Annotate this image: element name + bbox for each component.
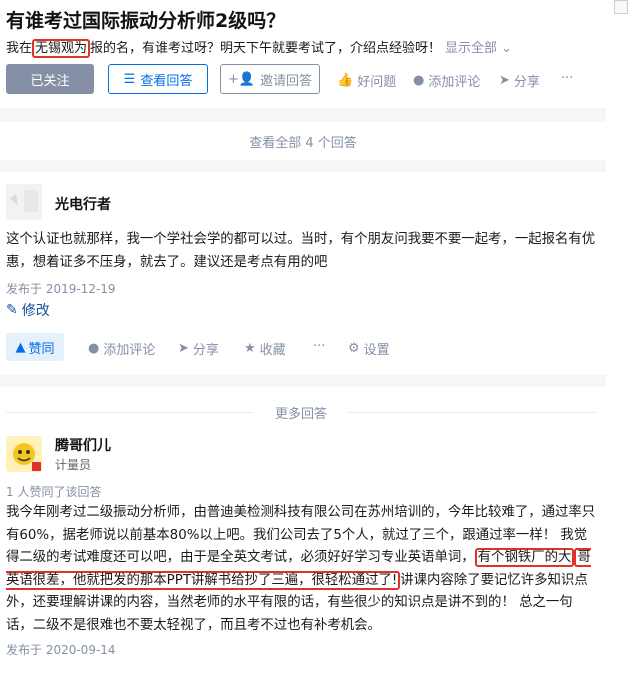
scrollbar[interactable] (614, 0, 628, 14)
avatar[interactable] (6, 436, 42, 472)
answer-content: 我今年刚考过二级振动分析师，由普迪美检测科技有限公司在苏州培训的，今年比较难了，… (6, 502, 596, 637)
likes-count: 1 人赞同了该回答 (6, 485, 102, 499)
collect-button[interactable]: ★ 收藏 (244, 339, 286, 358)
settings-label: 设置 (363, 343, 390, 358)
triangle-up-icon: ▲ (15, 339, 26, 355)
divider-line (348, 412, 596, 413)
share-label: 分享 (192, 343, 219, 358)
thumbs-up-icon: 👍 (337, 73, 354, 88)
collect-label: 收藏 (259, 343, 286, 358)
add-comment-button[interactable]: ● 添加评论 (413, 71, 480, 90)
question-title: 有谁考过国际振动分析师2级吗？ (6, 10, 286, 32)
question-actions: 已关注 ☰ 查看回答 +👤 邀请回答 👍 好问题 ● 添加评论 ➤ 分享 ··· (6, 64, 606, 94)
add-comment-label: 添加评论 (103, 343, 156, 358)
invite-answer-button[interactable]: +👤 邀请回答 (220, 64, 320, 94)
highlight-box: 无锡观为 (32, 39, 91, 58)
edit-link[interactable]: ✎ 修改 (6, 300, 50, 320)
more-button[interactable]: ··· (313, 339, 325, 354)
view-all-answers-link[interactable]: 查看全部 4 个回答 (0, 122, 606, 160)
view-answers-label: 查看回答 (140, 73, 193, 89)
publish-date: 发布于 2019-12-19 (6, 282, 116, 296)
question-desc-text: 我在 (6, 41, 33, 56)
separator-band (0, 160, 606, 172)
add-comment-button[interactable]: ● 添加评论 (88, 339, 155, 358)
answer-actions: ▲ 赞同 ● 添加评论 ➤ 分享 ★ 收藏 ··· ⚙ 设置 (6, 333, 566, 361)
share-icon: ➤ (499, 73, 510, 88)
question-desc-text-rest: 报的名，有谁考过呀？明天下午就要考试了，介绍点经验呀！ (90, 41, 442, 56)
comment-icon: ● (88, 341, 100, 356)
share-label: 分享 (513, 75, 540, 90)
author-name[interactable]: 腾哥们儿 (55, 435, 111, 455)
separator-band (0, 375, 606, 387)
add-user-icon: +👤 (227, 71, 256, 87)
followed-button[interactable]: 已关注 (6, 64, 94, 94)
show-all-link[interactable]: 显示全部 ⌄ (445, 41, 512, 56)
edit-label: 修改 (21, 303, 50, 319)
pencil-icon: ✎ (6, 302, 18, 318)
view-answers-button[interactable]: ☰ 查看回答 (108, 64, 208, 94)
star-icon: ★ (244, 341, 256, 356)
separator-band (0, 108, 606, 122)
good-question-label: 好问题 (357, 75, 397, 90)
vote-label: 赞同 (28, 341, 55, 357)
invite-label: 邀请回答 (260, 73, 313, 89)
question-description: 我在 无锡观为 报的名，有谁考过呀？明天下午就要考试了，介绍点经验呀！ 显示全部 ⌄ (6, 37, 512, 58)
avatar[interactable] (6, 184, 42, 220)
vote-up-button[interactable]: ▲ 赞同 (6, 333, 64, 361)
add-comment-label: 添加评论 (428, 75, 481, 90)
list-icon: ☰ (123, 71, 136, 87)
share-icon: ➤ (178, 341, 189, 356)
highlight-box: 有个钢铁厂的大 (474, 548, 575, 567)
comment-icon: ● (413, 73, 425, 88)
settings-button[interactable]: ⚙ 设置 (348, 339, 390, 358)
gear-icon: ⚙ (348, 341, 360, 356)
good-question-button[interactable]: 👍 好问题 (337, 71, 396, 90)
answer-content: 这个认证也就那样，我一个学社会学的都可以过。当时，有个朋友问我要不要一起考，一起… (6, 232, 596, 270)
author-name[interactable]: 光电行者 (55, 194, 111, 214)
more-button[interactable]: ··· (561, 71, 573, 86)
share-button[interactable]: ➤ 分享 (499, 71, 540, 90)
publish-date: 发布于 2020-09-14 (6, 643, 116, 657)
more-answers-divider: 更多回答 (6, 402, 596, 422)
author-badge: 计量员 (55, 458, 92, 472)
share-button[interactable]: ➤ 分享 (178, 339, 219, 358)
